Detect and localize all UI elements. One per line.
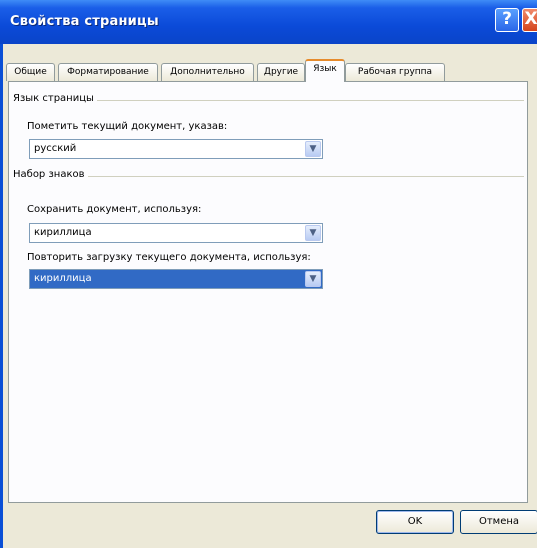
tab-label: Язык (313, 64, 337, 74)
tab-formatting[interactable]: Форматирование (58, 63, 158, 81)
dialog-body: Общие Форматирование Дополнительно Други… (3, 44, 537, 548)
page-language-value: русский (34, 143, 77, 154)
tab-advanced[interactable]: Дополнительно (161, 63, 254, 81)
tab-label: Другие (263, 67, 299, 77)
tab-label: Общие (14, 67, 47, 77)
help-icon: ? (502, 9, 512, 29)
reload-encoding-value: кириллица (34, 273, 92, 284)
chevron-down-icon[interactable]: ▼ (305, 271, 321, 287)
page-language-select[interactable]: русский ▼ (29, 139, 323, 159)
tab-other[interactable]: Другие (257, 63, 305, 81)
tab-general[interactable]: Общие (6, 63, 55, 81)
reload-encoding-select[interactable]: кириллица ▼ (29, 269, 323, 289)
save-encoding-select[interactable]: кириллица ▼ (29, 223, 323, 243)
chevron-down-icon[interactable]: ▼ (305, 141, 321, 157)
tab-language[interactable]: Язык (305, 59, 345, 82)
close-button[interactable]: X (522, 8, 537, 32)
page-language-label: Пометить текущий документ, указав: (27, 121, 228, 132)
close-icon: X (524, 9, 537, 29)
tab-label: Форматирование (67, 67, 149, 77)
group-divider (69, 100, 524, 101)
group-title-page-language: Язык страницы (13, 93, 97, 104)
title-bar[interactable]: Свойства страницы ? X (0, 0, 537, 44)
ok-button[interactable]: OK (376, 510, 454, 534)
group-divider (69, 176, 524, 177)
tab-label: Дополнительно (170, 67, 245, 77)
tab-workgroup[interactable]: Рабочая группа (345, 63, 445, 81)
tab-label: Рабочая группа (357, 67, 433, 77)
dialog-window: Свойства страницы ? X Общие Форматирован… (0, 0, 537, 548)
cancel-button[interactable]: Отмена (460, 510, 537, 534)
window-title: Свойства страницы (10, 14, 159, 29)
save-encoding-value: кириллица (34, 227, 92, 238)
group-title-charset: Набор знаков (13, 169, 88, 180)
tab-panel-language: Язык страницы Пометить текущий документ,… (8, 81, 528, 503)
save-encoding-label: Сохранить документ, используя: (27, 204, 202, 215)
reload-encoding-label: Повторить загрузку текущего документа, и… (27, 252, 311, 263)
help-button[interactable]: ? (495, 8, 519, 32)
chevron-down-icon[interactable]: ▼ (305, 225, 321, 241)
